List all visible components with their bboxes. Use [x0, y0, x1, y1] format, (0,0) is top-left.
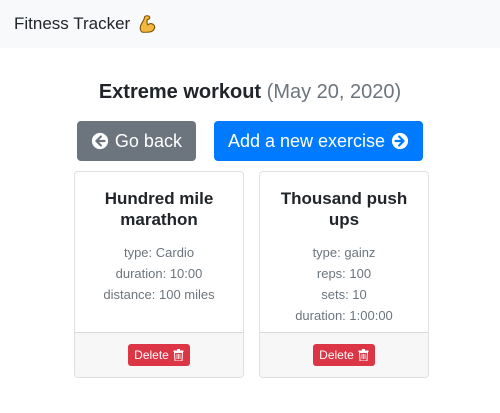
add-exercise-label: Add a new exercise [227, 130, 386, 151]
flexed-biceps-icon [136, 13, 158, 35]
go-back-button[interactable]: Go back [76, 121, 196, 161]
exercise-card: Hundred mile marathon type: Cardio durat… [74, 171, 244, 378]
workout-title: Extreme workout [98, 81, 262, 103]
exercise-detail: sets: 10 [321, 287, 367, 302]
trash-icon [358, 349, 369, 362]
exercise-detail: duration: 10:00 [115, 266, 203, 281]
workout-header: Extreme workout (May 20, 2020) [0, 79, 500, 105]
arrow-circle-left-icon [91, 132, 109, 150]
exercise-detail: distance: 100 miles [103, 287, 215, 302]
action-bar: Go back Add a new exercise [0, 121, 500, 161]
exercise-title: Hundred mile marathon [104, 189, 214, 229]
exercise-detail: duration: 1:00:00 [295, 308, 393, 323]
delete-label: Delete [319, 348, 354, 362]
exercise-detail: type: gainz [312, 245, 376, 260]
card-body: Thousand push ups type: gainz reps: 100 … [260, 172, 428, 332]
card-footer: Delete [75, 332, 243, 377]
navbar-brand[interactable]: Fitness Tracker [14, 13, 158, 35]
exercise-card: Thousand push ups type: gainz reps: 100 … [259, 171, 429, 378]
workout-date: (May 20, 2020) [266, 81, 402, 103]
card-body: Hundred mile marathon type: Cardio durat… [75, 172, 243, 332]
delete-button[interactable]: Delete [128, 344, 190, 366]
exercise-title: Thousand push ups [280, 189, 408, 229]
trash-icon [173, 349, 184, 362]
exercise-detail: reps: 100 [316, 266, 372, 281]
exercise-cards: Hundred mile marathon type: Cardio durat… [74, 171, 429, 378]
navbar: Fitness Tracker [0, 0, 500, 48]
exercise-detail: type: Cardio [123, 245, 195, 260]
card-footer: Delete [260, 332, 428, 377]
go-back-label: Go back [114, 130, 182, 151]
delete-label: Delete [134, 348, 169, 362]
delete-button[interactable]: Delete [313, 344, 375, 366]
add-exercise-button[interactable]: Add a new exercise [213, 121, 424, 161]
brand-label: Fitness Tracker [14, 14, 131, 33]
arrow-circle-right-icon [391, 132, 409, 150]
